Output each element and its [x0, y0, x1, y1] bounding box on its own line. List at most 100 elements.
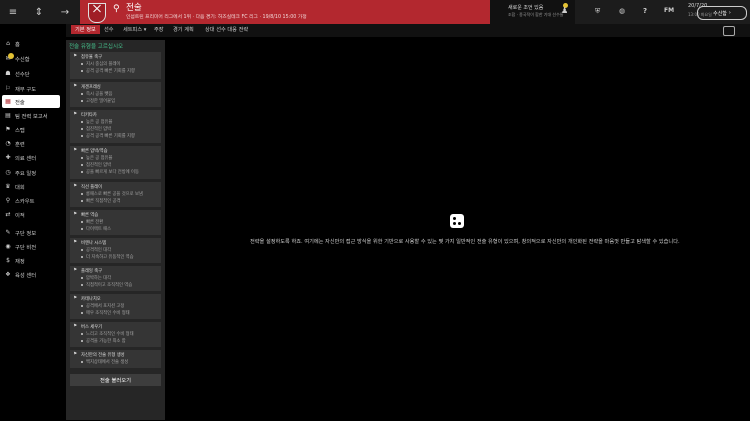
- training-icon: ◔: [5, 140, 11, 147]
- sidebar-item-label: 육성 센터: [15, 272, 37, 279]
- sidebar-item-label: 전술: [15, 99, 25, 106]
- sidebar-item-dynamics[interactable]: ⚐ 재무 구도: [4, 82, 36, 95]
- tactic-style-icon: ⚑: [73, 184, 78, 189]
- tab-bar: 기본 정보 선수 세트피스 ▾ 주장 경기 계획 상대 선수 대응 전략: [66, 24, 750, 37]
- card-line: 점진적인 압박: [81, 162, 111, 168]
- sidebar-item-medical[interactable]: ✚ 의료 센터: [4, 151, 36, 164]
- report-icon: ▤: [5, 112, 11, 119]
- sidebar-item-squad[interactable]: ☗ 선수단: [4, 67, 29, 80]
- club-crest-icon[interactable]: [88, 3, 106, 23]
- club-header: ⚲ 전술 인섬트린 프리미어 리그에서 1위 · 다음 경기: 허즈실테크 FC…: [80, 0, 490, 24]
- sidebar-item-label: 훈련: [15, 141, 25, 148]
- tab-opposition[interactable]: 상대 선수 대응 전략: [205, 26, 248, 33]
- sidebar-item-label: 재무 구도: [15, 86, 37, 93]
- card-title: 빠른 압박/역습: [81, 149, 108, 154]
- flag-icon: ⚐: [5, 85, 11, 92]
- tactic-style-icon: ⚑: [73, 240, 78, 245]
- tactic-card-tiki-taka[interactable]: ⚑ 티키타카 높은 공 점유율 점진적인 압박 공격 공격 빠른 기회를 지향: [70, 110, 161, 143]
- tactic-style-icon: ⚑: [73, 112, 78, 117]
- card-line: 롱패스로 빠른 공을 것으로 보냄: [81, 191, 143, 197]
- inbox-badge: [8, 53, 14, 59]
- sidebar-item-home[interactable]: ⌂ 홈: [4, 37, 20, 50]
- tactic-card-wing-play[interactable]: ⚑ 비엔나 시스템 공격적인 대각 더 지속하고 유동적인 역습: [70, 238, 161, 263]
- panel-title: 전술 유형을 고르십시오: [69, 44, 124, 50]
- sidebar-item-label: 스텝: [15, 127, 25, 134]
- help-icon[interactable]: ?: [643, 7, 647, 15]
- notification-title: 새로운 조언 있음: [508, 5, 544, 11]
- card-line: 공격 공격 빠른 기회를 지향: [81, 68, 135, 74]
- sidebar-item-club-vision[interactable]: ◉ 구단 비전: [4, 240, 36, 253]
- sidebar-item-label: 수신함: [15, 56, 30, 63]
- trophy-icon: ♛: [5, 183, 11, 190]
- tab-overview[interactable]: 기본 정보: [71, 25, 100, 34]
- tactic-board-icon: [450, 214, 464, 228]
- card-line: 공격 공격 빠른 기회를 지향: [81, 133, 135, 139]
- clock-icon: ◷: [5, 169, 11, 176]
- sidebar-item-label: 대회: [15, 184, 25, 191]
- card-line: 점진적인 압박: [81, 126, 111, 132]
- globe-icon[interactable]: ◍: [619, 7, 625, 15]
- card-line: 공을 빠르게 보다 전방에 이동: [81, 169, 139, 175]
- tactic-card-catenaccio[interactable]: ⚑ 카테나치오 공격에서 포지션 고정 매우 조직적인 수비 형태: [70, 294, 161, 319]
- tactic-style-icon: ⚑: [73, 268, 78, 273]
- chevron-right-icon: ›: [728, 10, 731, 16]
- tactic-style-panel: 전술 유형을 고르십시오 ⚑ 점유율 축구 지시 중심의 플레이 공격 공격 빠…: [66, 40, 165, 420]
- tactic-style-icon: ⚑: [73, 352, 78, 357]
- sidebar-item-training[interactable]: ◔ 훈련: [4, 137, 25, 150]
- sidebar: ⌂ 홈 ✉ 수신함 ☗ 선수단 ⚐ 재무 구도 ▦ 전술 ▤ 팀 전력 보고서 ⚑ 스텝 ◔ 훈…: [0, 37, 66, 421]
- advisor-icon[interactable]: ♟: [561, 6, 568, 15]
- continue-label: 수신함: [713, 10, 727, 17]
- card-line: 더 지속하고 유동적인 역습: [81, 254, 134, 260]
- vision-icon: ◉: [5, 243, 11, 250]
- development-icon: ❖: [5, 271, 11, 278]
- sidebar-item-staff[interactable]: ⚑ 스텝: [4, 123, 25, 136]
- notification-subtitle: 조합 · 종국적이 합한 기대 선수들: [508, 12, 564, 17]
- sidebar-item-finances[interactable]: $ 재정: [4, 254, 25, 267]
- tactic-card-gegenpress[interactable]: ⚑ 게겐프레싱 즉시 공을 뺏음 고정한 밀어붙임: [70, 82, 161, 107]
- sidebar-item-schedule[interactable]: ◷ 주요 일정: [4, 166, 36, 179]
- sidebar-item-team-report[interactable]: ▤ 팀 전력 보고서: [4, 109, 47, 122]
- tab-set-pieces[interactable]: 세트피스 ▾: [123, 26, 146, 33]
- arrow-right-icon[interactable]: →: [52, 0, 78, 24]
- sidebar-item-transfers[interactable]: ⇄ 이적: [4, 208, 25, 221]
- tactic-card-route-one[interactable]: ⚑ 플레잉 축구 압박하는 대각 직접적이고 조직적인 역습: [70, 266, 161, 291]
- club-subtitle: 인섬트린 프리미어 리그에서 1위 · 다음 경기: 허즈실테크 FC 리그 ·…: [126, 15, 307, 20]
- card-title: 점유율 축구: [81, 55, 103, 60]
- notification-area[interactable]: 새로운 조언 있음 조합 · 종국적이 합한 기대 선수들 ♟: [490, 0, 575, 24]
- sidebar-item-label: 이적: [15, 212, 25, 219]
- fm-icon[interactable]: FM: [664, 7, 674, 14]
- medical-icon: ✚: [5, 154, 11, 161]
- sidebar-item-development[interactable]: ❖ 육성 센터: [4, 268, 36, 281]
- shield-icon[interactable]: ⛨: [595, 7, 600, 16]
- tab-players[interactable]: 선수: [104, 26, 114, 33]
- card-line: 지시 중심의 플레이: [81, 61, 120, 67]
- card-title: 게겐프레싱: [81, 85, 101, 90]
- search-icon[interactable]: ⚲: [113, 4, 120, 14]
- tactic-card-create-own[interactable]: ⚑ 자신만의 전술 유형 생성 백지상태에서 전술 생성: [70, 350, 161, 368]
- tactic-style-icon: ⚑: [73, 84, 78, 89]
- continue-button[interactable]: 수신함 ›: [697, 6, 747, 20]
- card-line: 즉시 공을 뺏음: [81, 91, 112, 97]
- tactic-card-direct[interactable]: ⚑ 직선 플레이 롱패스로 빠른 공을 것으로 보냄 빠른 직접적인 공격: [70, 182, 161, 207]
- sidebar-item-tactics[interactable]: ▦ 전술: [2, 95, 60, 108]
- tab-match-plan[interactable]: 경기 계획: [173, 26, 194, 33]
- tactic-card-possession[interactable]: ⚑ 점유율 축구 지시 중심의 플레이 공격 공격 빠른 기회를 지향: [70, 52, 161, 79]
- updown-icon[interactable]: ⇕: [26, 0, 52, 24]
- tab-captains[interactable]: 주장: [154, 26, 164, 33]
- card-line: 높은 공 점유율: [81, 119, 112, 125]
- shirt-icon: ☗: [5, 70, 11, 77]
- tactic-card-park-the-bus[interactable]: ⚑ 버스 세우기 느리고 조직적인 수비 형태 공격을 가능한 최소 함: [70, 322, 161, 347]
- tactic-card-fluid-counter[interactable]: ⚑ 빠른 역습 빠른 전환 다이렉트 패스: [70, 210, 161, 235]
- sidebar-item-label: 구단 비전: [15, 244, 37, 251]
- layout-icon[interactable]: [723, 26, 735, 36]
- sidebar-item-competitions[interactable]: ♛ 대회: [4, 180, 25, 193]
- load-tactic-button[interactable]: 전술 불러오기: [70, 374, 161, 386]
- sidebar-item-scouting[interactable]: ⚲ 스카우트: [4, 194, 35, 207]
- card-title: 티키타카: [81, 113, 97, 118]
- card-line: 빠른 직접적인 공격: [81, 198, 120, 204]
- sidebar-item-club-info[interactable]: ✎ 구단 정보: [4, 226, 36, 239]
- tactic-intro-text: 전략을 설정하도록 하죠. 여기에는 자신만의 접근 방식을 위한 기반으로 사…: [250, 239, 680, 245]
- menu-icon[interactable]: ≡: [0, 0, 26, 24]
- tactic-card-vertical-tiki-taka[interactable]: ⚑ 빠른 압박/역습 높은 공 점유율 점진적인 압박 공을 빠르게 보다 전방…: [70, 146, 161, 179]
- card-title: 버스 세우기: [81, 325, 103, 330]
